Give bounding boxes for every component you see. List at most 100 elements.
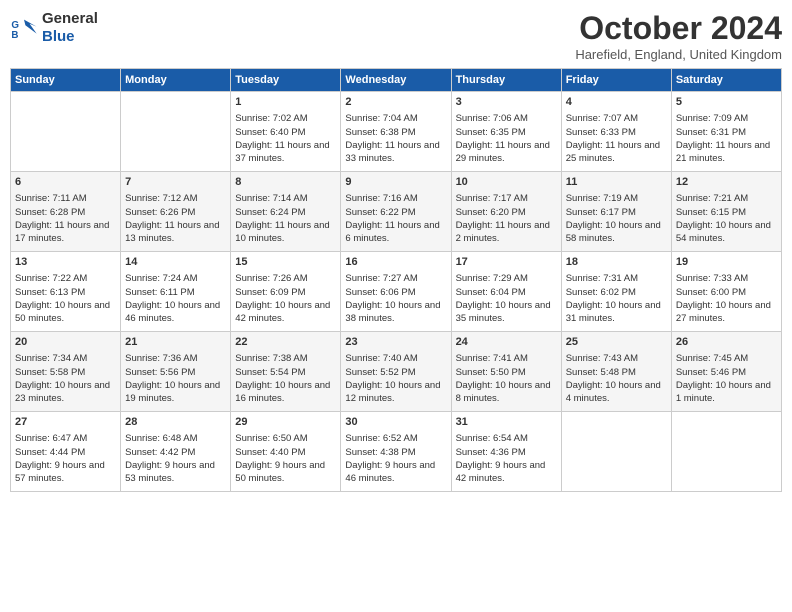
calendar-cell: 11Sunrise: 7:19 AMSunset: 6:17 PMDayligh… (561, 172, 671, 252)
day-info: Daylight: 10 hours and 8 minutes. (456, 379, 557, 406)
calendar-cell: 21Sunrise: 7:36 AMSunset: 5:56 PMDayligh… (121, 332, 231, 412)
calendar-cell: 22Sunrise: 7:38 AMSunset: 5:54 PMDayligh… (231, 332, 341, 412)
day-number: 11 (566, 175, 667, 190)
day-info: Sunrise: 7:06 AM (456, 112, 557, 125)
day-info: Sunset: 6:11 PM (125, 286, 226, 299)
calendar-cell (561, 412, 671, 492)
day-header-thursday: Thursday (451, 69, 561, 92)
day-info: Sunset: 6:04 PM (456, 286, 557, 299)
day-info: Sunrise: 7:31 AM (566, 272, 667, 285)
calendar-cell: 5Sunrise: 7:09 AMSunset: 6:31 PMDaylight… (671, 92, 781, 172)
day-number: 27 (15, 415, 116, 430)
day-info: Sunrise: 6:52 AM (345, 432, 446, 445)
calendar-cell: 15Sunrise: 7:26 AMSunset: 6:09 PMDayligh… (231, 252, 341, 332)
day-info: Daylight: 10 hours and 27 minutes. (676, 299, 777, 326)
day-info: Sunrise: 7:36 AM (125, 352, 226, 365)
day-info: Daylight: 10 hours and 50 minutes. (15, 299, 116, 326)
day-info: Sunrise: 7:09 AM (676, 112, 777, 125)
day-info: Sunset: 6:31 PM (676, 126, 777, 139)
day-header-sunday: Sunday (11, 69, 121, 92)
calendar-cell: 6Sunrise: 7:11 AMSunset: 6:28 PMDaylight… (11, 172, 121, 252)
day-header-tuesday: Tuesday (231, 69, 341, 92)
calendar-cell: 28Sunrise: 6:48 AMSunset: 4:42 PMDayligh… (121, 412, 231, 492)
day-info: Sunrise: 7:33 AM (676, 272, 777, 285)
day-info: Sunrise: 7:02 AM (235, 112, 336, 125)
day-info: Daylight: 10 hours and 35 minutes. (456, 299, 557, 326)
calendar-cell: 30Sunrise: 6:52 AMSunset: 4:38 PMDayligh… (341, 412, 451, 492)
day-number: 2 (345, 95, 446, 110)
day-number: 23 (345, 335, 446, 350)
day-number: 13 (15, 255, 116, 270)
calendar-cell: 20Sunrise: 7:34 AMSunset: 5:58 PMDayligh… (11, 332, 121, 412)
day-number: 28 (125, 415, 226, 430)
calendar-cell: 18Sunrise: 7:31 AMSunset: 6:02 PMDayligh… (561, 252, 671, 332)
day-number: 8 (235, 175, 336, 190)
day-number: 30 (345, 415, 446, 430)
day-info: Sunset: 6:09 PM (235, 286, 336, 299)
day-info: Daylight: 10 hours and 42 minutes. (235, 299, 336, 326)
day-info: Daylight: 9 hours and 50 minutes. (235, 459, 336, 486)
day-info: Sunrise: 6:54 AM (456, 432, 557, 445)
day-info: Daylight: 11 hours and 29 minutes. (456, 139, 557, 166)
day-number: 26 (676, 335, 777, 350)
day-info: Daylight: 11 hours and 2 minutes. (456, 219, 557, 246)
day-number: 31 (456, 415, 557, 430)
day-number: 4 (566, 95, 667, 110)
page-header: G B General Blue October 2024 Harefield,… (10, 10, 782, 62)
calendar-cell: 24Sunrise: 7:41 AMSunset: 5:50 PMDayligh… (451, 332, 561, 412)
day-info: Sunrise: 7:34 AM (15, 352, 116, 365)
week-row-5: 27Sunrise: 6:47 AMSunset: 4:44 PMDayligh… (11, 412, 782, 492)
day-number: 21 (125, 335, 226, 350)
day-header-wednesday: Wednesday (341, 69, 451, 92)
calendar-cell (121, 92, 231, 172)
day-info: Sunrise: 7:14 AM (235, 192, 336, 205)
day-info: Sunset: 4:42 PM (125, 446, 226, 459)
day-info: Daylight: 11 hours and 10 minutes. (235, 219, 336, 246)
day-info: Sunset: 6:26 PM (125, 206, 226, 219)
calendar-cell: 19Sunrise: 7:33 AMSunset: 6:00 PMDayligh… (671, 252, 781, 332)
day-info: Sunrise: 7:38 AM (235, 352, 336, 365)
day-info: Sunset: 6:06 PM (345, 286, 446, 299)
day-number: 16 (345, 255, 446, 270)
day-number: 29 (235, 415, 336, 430)
calendar-cell (11, 92, 121, 172)
day-info: Daylight: 10 hours and 12 minutes. (345, 379, 446, 406)
title-block: October 2024 Harefield, England, United … (575, 10, 782, 62)
day-info: Sunrise: 7:12 AM (125, 192, 226, 205)
day-info: Daylight: 10 hours and 23 minutes. (15, 379, 116, 406)
month-title: October 2024 (575, 10, 782, 47)
day-info: Daylight: 10 hours and 1 minute. (676, 379, 777, 406)
day-info: Sunrise: 7:41 AM (456, 352, 557, 365)
calendar-cell: 23Sunrise: 7:40 AMSunset: 5:52 PMDayligh… (341, 332, 451, 412)
calendar-cell: 31Sunrise: 6:54 AMSunset: 4:36 PMDayligh… (451, 412, 561, 492)
day-number: 24 (456, 335, 557, 350)
day-number: 18 (566, 255, 667, 270)
calendar-cell: 27Sunrise: 6:47 AMSunset: 4:44 PMDayligh… (11, 412, 121, 492)
day-number: 6 (15, 175, 116, 190)
day-number: 20 (15, 335, 116, 350)
day-info: Sunset: 6:17 PM (566, 206, 667, 219)
day-info: Sunrise: 7:04 AM (345, 112, 446, 125)
day-info: Sunrise: 7:19 AM (566, 192, 667, 205)
day-number: 12 (676, 175, 777, 190)
week-row-2: 6Sunrise: 7:11 AMSunset: 6:28 PMDaylight… (11, 172, 782, 252)
day-info: Daylight: 11 hours and 37 minutes. (235, 139, 336, 166)
day-info: Daylight: 10 hours and 16 minutes. (235, 379, 336, 406)
day-info: Sunset: 6:13 PM (15, 286, 116, 299)
logo-icon: G B (10, 14, 38, 42)
day-info: Daylight: 9 hours and 57 minutes. (15, 459, 116, 486)
week-row-4: 20Sunrise: 7:34 AMSunset: 5:58 PMDayligh… (11, 332, 782, 412)
day-info: Sunset: 5:54 PM (235, 366, 336, 379)
day-number: 7 (125, 175, 226, 190)
day-info: Daylight: 11 hours and 33 minutes. (345, 139, 446, 166)
day-info: Sunset: 4:44 PM (15, 446, 116, 459)
day-info: Sunrise: 7:21 AM (676, 192, 777, 205)
day-info: Sunset: 6:35 PM (456, 126, 557, 139)
calendar-table: SundayMondayTuesdayWednesdayThursdayFrid… (10, 68, 782, 492)
day-info: Daylight: 10 hours and 46 minutes. (125, 299, 226, 326)
day-info: Sunset: 6:15 PM (676, 206, 777, 219)
day-info: Daylight: 9 hours and 46 minutes. (345, 459, 446, 486)
day-info: Sunset: 6:33 PM (566, 126, 667, 139)
week-row-3: 13Sunrise: 7:22 AMSunset: 6:13 PMDayligh… (11, 252, 782, 332)
calendar-cell: 17Sunrise: 7:29 AMSunset: 6:04 PMDayligh… (451, 252, 561, 332)
